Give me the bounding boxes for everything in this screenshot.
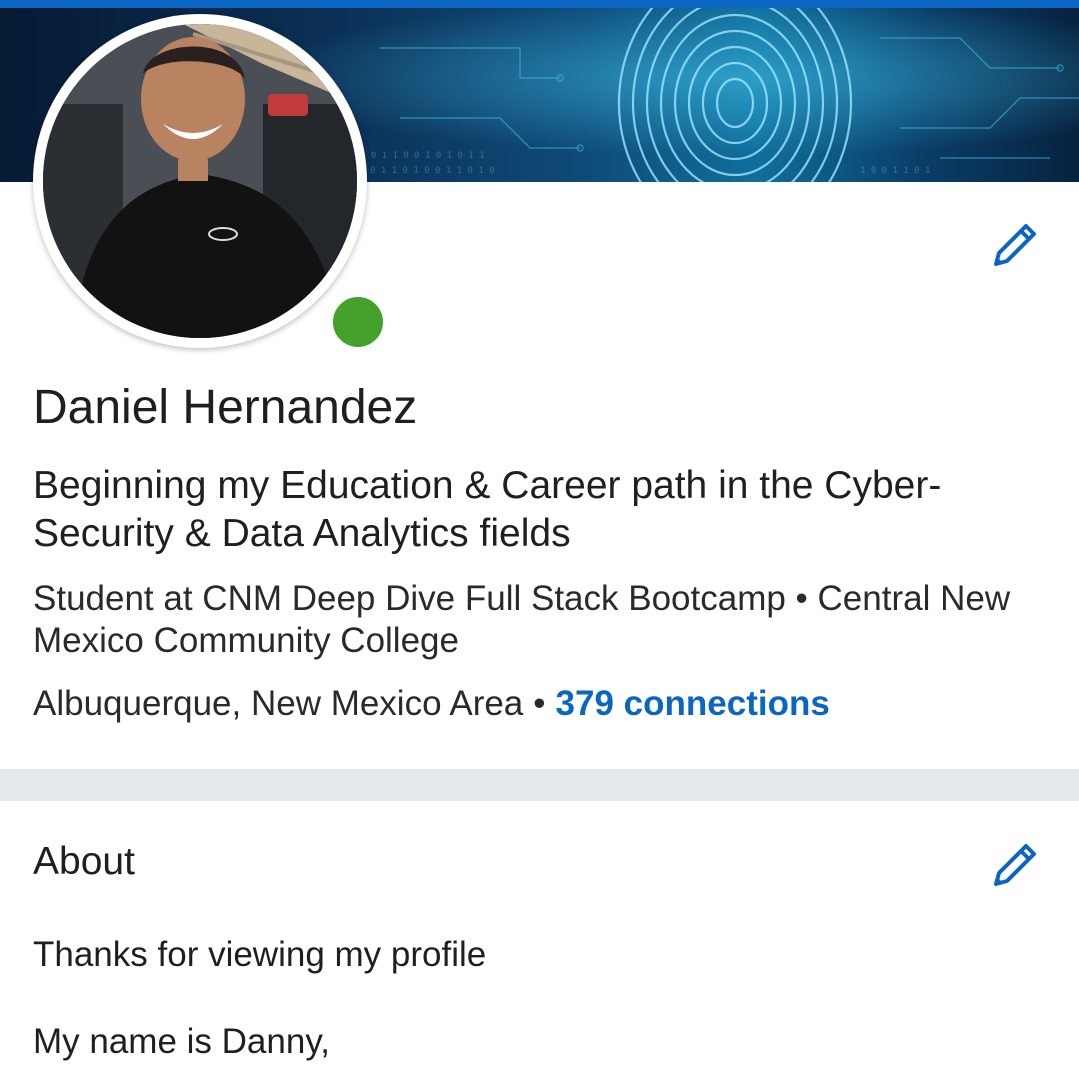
education-line: Student at CNM Deep Dive Full Stack Boot… (33, 579, 1011, 660)
separator-dot: • (533, 684, 546, 723)
avatar (43, 24, 357, 338)
about-text-line: My name is Danny, (33, 1022, 330, 1061)
connections-link[interactable]: 379 connections (556, 684, 830, 723)
pencil-icon (994, 224, 1036, 266)
top-accent-strip (0, 0, 1079, 8)
section-divider (0, 769, 1079, 801)
pencil-icon (994, 844, 1036, 886)
profile-headline: Beginning my Education & Career path in … (33, 464, 942, 555)
location-connections-line: Albuquerque, New Mexico Area • 379 connect… (33, 683, 830, 725)
svg-text:1 0 1 1 0 0 1 0 1 0 1 1: 1 0 1 1 0 0 1 0 1 0 1 1 (360, 151, 485, 161)
about-section-title: About (33, 840, 135, 883)
svg-text:1 0 0 1 1 0 1: 1 0 0 1 1 0 1 (860, 166, 930, 176)
profile-photo[interactable] (33, 14, 386, 350)
profile-name: Daniel Hernandez (33, 381, 418, 434)
online-status-indicator (330, 294, 386, 350)
svg-text:0 1 1 0 1 0 0 1 1 0 1 0: 0 1 1 0 1 0 0 1 1 0 1 0 (370, 166, 495, 176)
edit-intro-button[interactable] (986, 214, 1046, 274)
about-text-line: Thanks for viewing my profile (33, 935, 487, 974)
edit-about-button[interactable] (986, 834, 1046, 894)
location-text: Albuquerque, New Mexico Area (33, 684, 524, 723)
